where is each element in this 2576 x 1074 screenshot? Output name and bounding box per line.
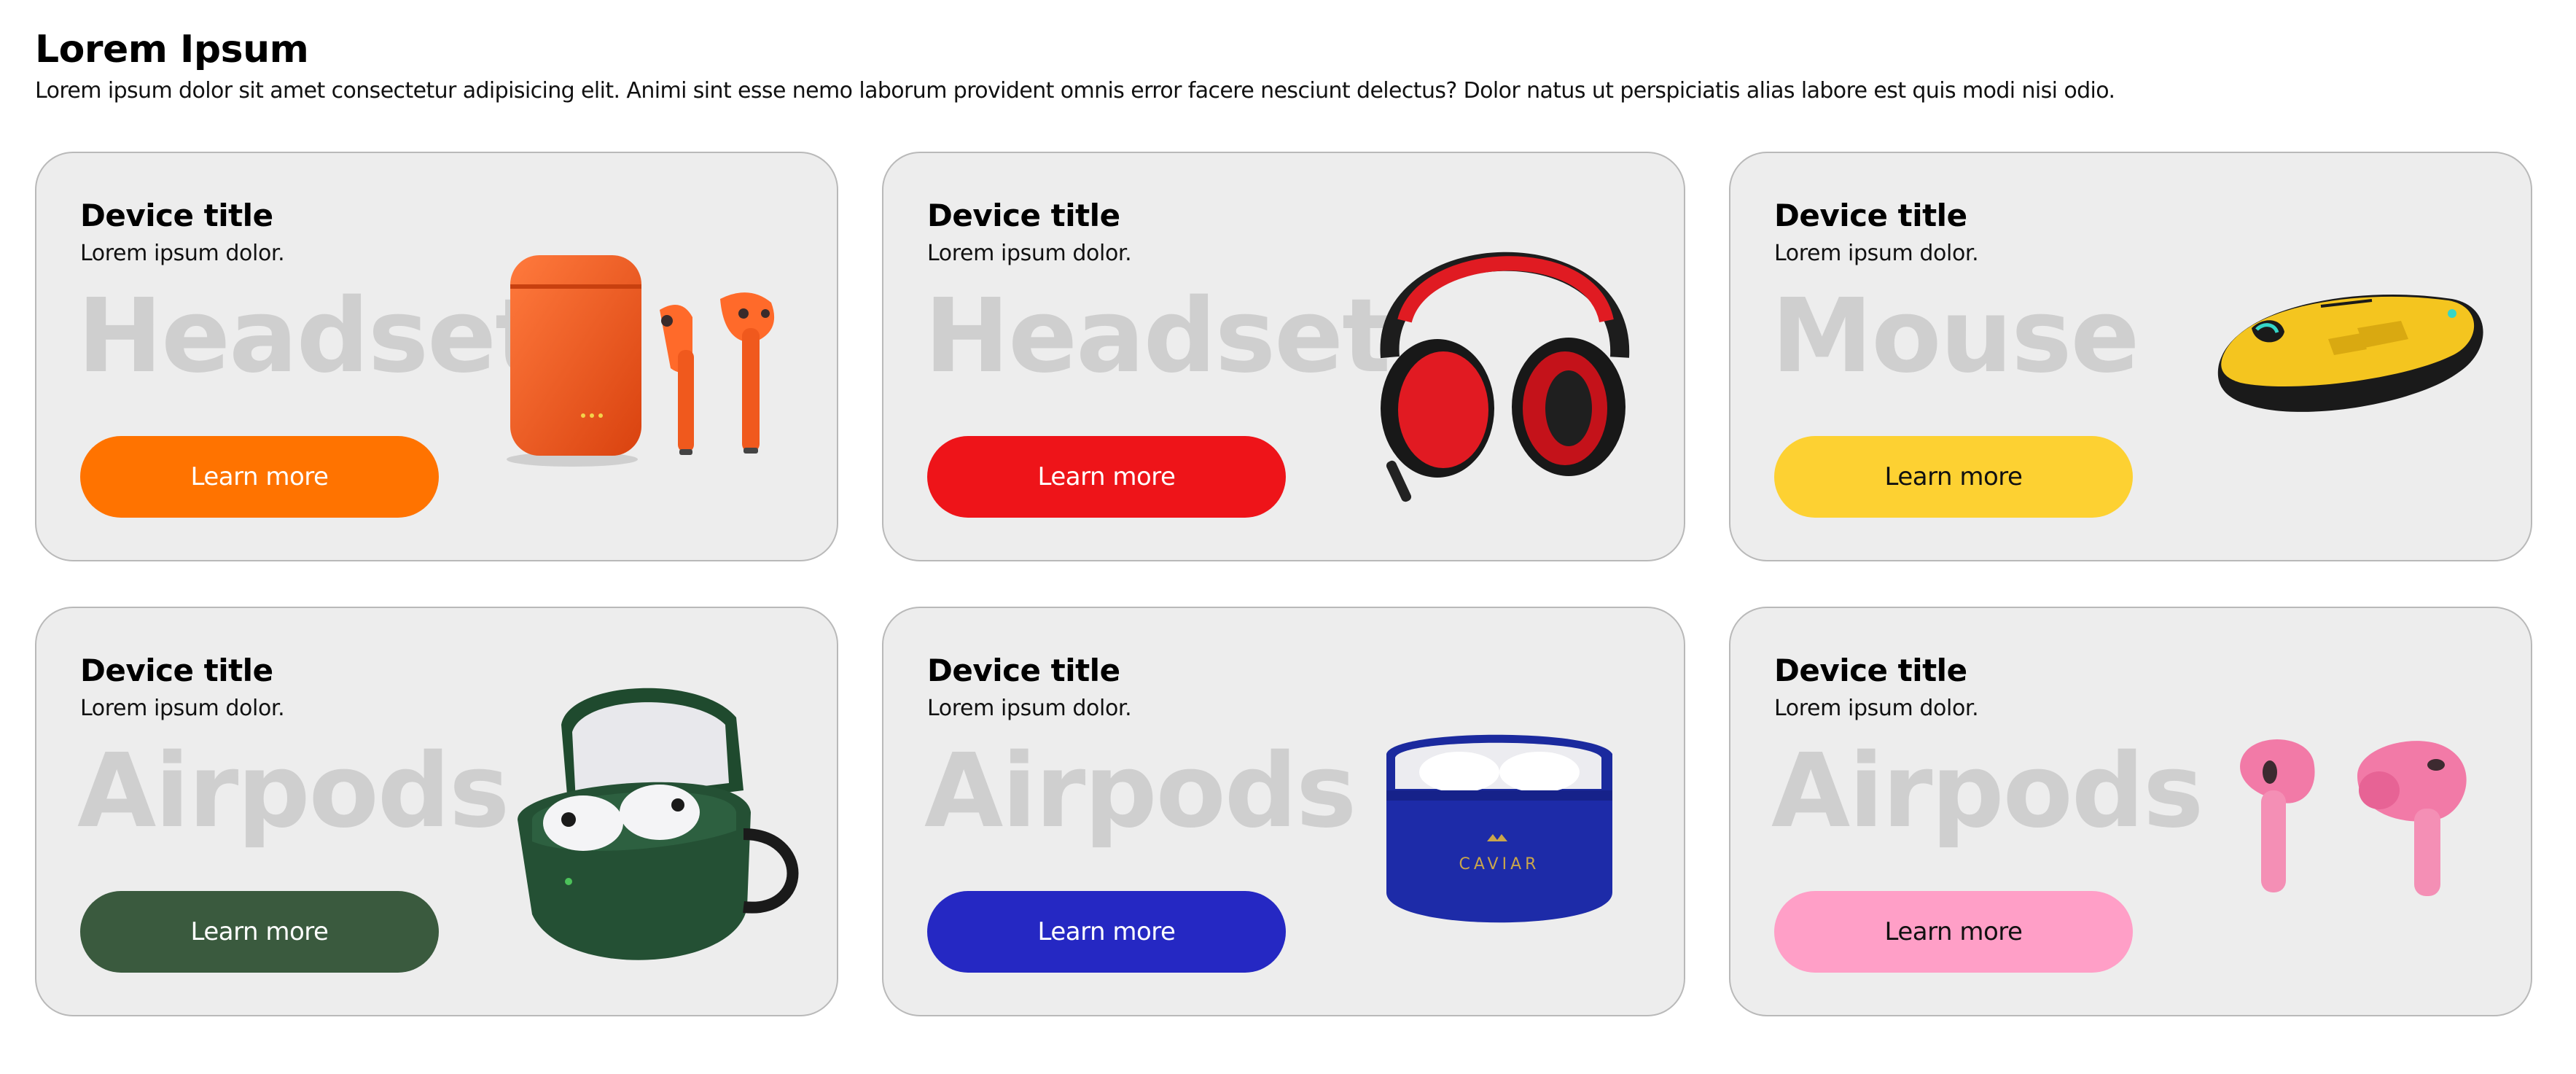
card-watermark: Headset bbox=[77, 277, 544, 396]
card-subtitle: Lorem ipsum dolor. bbox=[927, 696, 1132, 721]
card-watermark: Airpods bbox=[924, 732, 1357, 851]
card-title: Device title bbox=[80, 653, 273, 688]
page-header: Lorem Ipsum Lorem ipsum dolor sit amet c… bbox=[35, 26, 2513, 108]
card-title: Device title bbox=[1774, 198, 1967, 233]
card-subtitle: Lorem ipsum dolor. bbox=[1774, 241, 1979, 266]
page-description: Lorem ipsum dolor sit amet consectetur a… bbox=[35, 78, 2115, 104]
card-subtitle: Lorem ipsum dolor. bbox=[80, 241, 285, 266]
case-brand-text: CAVIAR bbox=[1459, 855, 1540, 873]
device-grid: Device title Lorem ipsum dolor. Headset … bbox=[35, 152, 2532, 1028]
red-headphones-icon bbox=[1380, 252, 1630, 502]
device-card: Device title Lorem ipsum dolor. Mouse Le… bbox=[1729, 152, 2532, 561]
card-title: Device title bbox=[80, 198, 273, 233]
learn-more-button[interactable]: Learn more bbox=[80, 891, 439, 973]
blue-caviar-airpods-case-icon: CAVIAR bbox=[1386, 734, 1612, 923]
learn-more-button[interactable]: Learn more bbox=[80, 436, 439, 518]
card-watermark: Airpods bbox=[77, 732, 510, 851]
card-watermark: Airpods bbox=[1771, 732, 2204, 851]
card-watermark: Mouse bbox=[1771, 277, 2139, 396]
page-title: Lorem Ipsum bbox=[35, 28, 309, 71]
green-airpods-case-icon bbox=[518, 688, 799, 960]
card-watermark: Headset bbox=[924, 277, 1391, 396]
device-card: Device title Lorem ipsum dolor. Headset … bbox=[882, 152, 1685, 561]
pink-airpods-icon bbox=[2240, 739, 2467, 896]
card-subtitle: Lorem ipsum dolor. bbox=[1774, 696, 1979, 721]
learn-more-button[interactable]: Learn more bbox=[1774, 891, 2133, 973]
device-card: Device title Lorem ipsum dolor. Airpods … bbox=[1729, 607, 2532, 1016]
yellow-mouse-icon bbox=[2217, 295, 2483, 412]
learn-more-button[interactable]: Learn more bbox=[927, 436, 1286, 518]
card-title: Device title bbox=[1774, 653, 1967, 688]
device-card: Device title Lorem ipsum dolor. Headset … bbox=[35, 152, 838, 561]
learn-more-button[interactable]: Learn more bbox=[1774, 436, 2133, 518]
card-title: Device title bbox=[927, 198, 1120, 233]
card-title: Device title bbox=[927, 653, 1120, 688]
device-card: Device title Lorem ipsum dolor. Airpods … bbox=[35, 607, 838, 1016]
learn-more-button[interactable]: Learn more bbox=[927, 891, 1286, 973]
orange-airpods-case-icon bbox=[507, 255, 775, 467]
device-card: Device title Lorem ipsum dolor. Airpods … bbox=[882, 607, 1685, 1016]
card-subtitle: Lorem ipsum dolor. bbox=[80, 696, 285, 721]
card-subtitle: Lorem ipsum dolor. bbox=[927, 241, 1132, 266]
